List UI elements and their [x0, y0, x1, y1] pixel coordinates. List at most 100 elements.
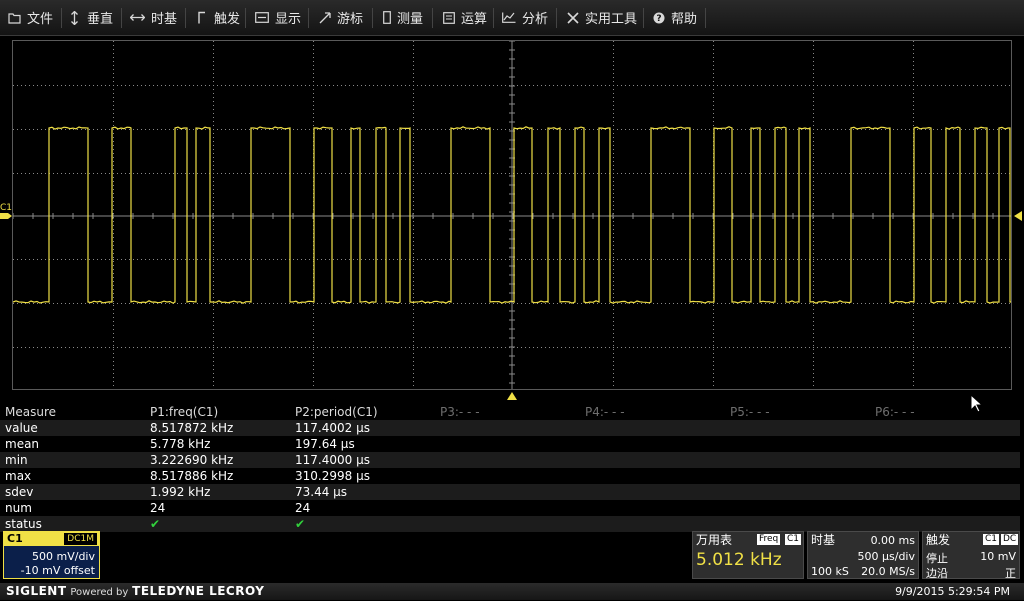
- menu-display[interactable]: 显示: [255, 0, 301, 35]
- graticule-dot: [457, 129, 458, 130]
- graticule-dot: [325, 347, 326, 348]
- graticule-dot: [381, 129, 382, 130]
- measure-header-p2[interactable]: P2:period(C1): [295, 404, 378, 420]
- menu-utilities[interactable]: 实用工具: [566, 0, 637, 35]
- graticule-dot: [685, 303, 686, 304]
- graticule-dot: [105, 347, 106, 348]
- menu-math-label: 运算: [461, 12, 488, 27]
- graticule-dot: [357, 347, 358, 348]
- graticule-dot: [561, 129, 562, 130]
- graticule-dot: [305, 347, 306, 348]
- graticule-dot: [597, 85, 598, 86]
- graticule-dot: [413, 57, 414, 58]
- graticule-dot: [653, 173, 654, 174]
- menu-vertical[interactable]: 垂直: [68, 0, 113, 35]
- graticule-dot: [185, 303, 186, 304]
- graticule-dot: [113, 347, 114, 348]
- channel1-descriptor[interactable]: C1 DC1M 500 mV/div -10 mV offset: [3, 531, 100, 579]
- graticule-dot: [53, 173, 54, 174]
- waveform-display[interactable]: [12, 40, 1012, 390]
- trigger-position-marker[interactable]: [507, 392, 517, 400]
- graticule-dot: [117, 303, 118, 304]
- menu-timebase[interactable]: 时基: [130, 0, 177, 35]
- graticule-dot: [813, 369, 814, 370]
- trigger-level-marker[interactable]: [1012, 211, 1022, 221]
- graticule-dot: [913, 45, 914, 46]
- graticule-dot: [181, 85, 182, 86]
- graticule-dot: [173, 347, 174, 348]
- measure-header-p6[interactable]: P6:- - -: [875, 404, 915, 420]
- graticule-dot: [617, 129, 618, 130]
- graticule-dot: [869, 303, 870, 304]
- trigger-panel[interactable]: 触发 C1 DC 停止 10 mV 边沿 正: [922, 531, 1020, 580]
- measure-header-p4[interactable]: P4:- - -: [585, 404, 625, 420]
- graticule-dot: [829, 85, 830, 86]
- table-row: status ✔ ✔: [0, 516, 1020, 532]
- graticule-dot: [949, 85, 950, 86]
- graticule-dot: [641, 129, 642, 130]
- graticule-dot: [593, 347, 594, 348]
- menu-measure[interactable]: 测量: [382, 0, 423, 35]
- graticule-dot: [713, 349, 714, 350]
- graticule-dot: [413, 317, 414, 318]
- graticule-dot: [421, 347, 422, 348]
- graticule-dot: [941, 303, 942, 304]
- graticule-dot: [353, 303, 354, 304]
- channel1-offset-marker[interactable]: [0, 213, 12, 219]
- graticule-dot: [213, 349, 214, 350]
- graticule-dot: [921, 347, 922, 348]
- graticule-dot: [577, 347, 578, 348]
- graticule-dot: [613, 385, 614, 386]
- graticule-dot: [621, 303, 622, 304]
- menu-cursors[interactable]: 游标: [318, 0, 363, 35]
- menu-file[interactable]: 文件: [8, 0, 53, 35]
- graticule-dot: [33, 259, 34, 260]
- graticule-dot: [897, 347, 898, 348]
- graticule-dot: [965, 129, 966, 130]
- graticule-dot: [153, 129, 154, 130]
- measure-header-p3[interactable]: P3:- - -: [440, 404, 480, 420]
- graticule-dot: [65, 259, 66, 260]
- graticule-dot: [993, 259, 994, 260]
- graticule-dot: [813, 181, 814, 182]
- graticule-dot: [617, 173, 618, 174]
- menu-trigger[interactable]: 触发: [195, 0, 240, 35]
- graticule-dot: [973, 303, 974, 304]
- measure-header-p5[interactable]: P5:- - -: [730, 404, 770, 420]
- graticule-dot: [873, 85, 874, 86]
- graticule-dot: [833, 259, 834, 260]
- graticule-dot: [269, 85, 270, 86]
- menu-help[interactable]: ? 帮助: [652, 0, 697, 35]
- menu-math[interactable]: 运算: [442, 0, 487, 35]
- graticule-dot: [613, 161, 614, 162]
- graticule-dot: [825, 347, 826, 348]
- graticule-dot: [977, 173, 978, 174]
- graticule-dot: [477, 85, 478, 86]
- graticule-dot: [749, 129, 750, 130]
- graticule-dot: [37, 347, 38, 348]
- graticule-dot: [157, 173, 158, 174]
- graticule-dot: [485, 85, 486, 86]
- dvm-panel[interactable]: 万用表 Freq C1 5.012 kHz: [692, 531, 804, 579]
- graticule-dot: [661, 85, 662, 86]
- graticule-dot: [173, 173, 174, 174]
- timebase-panel[interactable]: 时基 0.00 ms 500 µs/div 100 kS 20.0 MS/s: [807, 531, 919, 579]
- graticule-dot: [113, 177, 114, 178]
- graticule-dot: [813, 385, 814, 386]
- graticule-dot: [521, 347, 522, 348]
- graticule-dot: [213, 149, 214, 150]
- graticule-dot: [585, 347, 586, 348]
- graticule-dot: [913, 121, 914, 122]
- menu-analysis[interactable]: 分析: [502, 0, 548, 35]
- graticule-dot: [909, 347, 910, 348]
- graticule-dot: [369, 129, 370, 130]
- graticule-dot: [441, 303, 442, 304]
- graticule-dot: [713, 377, 714, 378]
- graticule-dot: [913, 113, 914, 114]
- measure-header-p1[interactable]: P1:freq(C1): [150, 404, 218, 420]
- graticule-dot: [609, 85, 610, 86]
- graticule-dot: [53, 303, 54, 304]
- graticule-dot: [613, 121, 614, 122]
- graticule-dot: [113, 269, 114, 270]
- graticule-dot: [501, 347, 502, 348]
